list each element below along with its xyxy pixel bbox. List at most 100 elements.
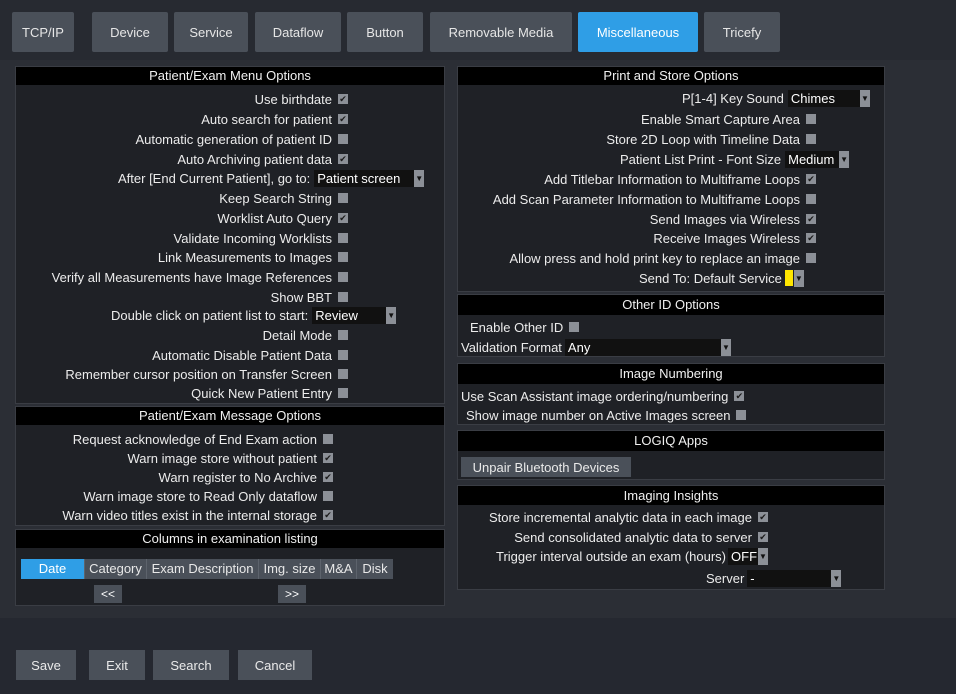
tab-tricefy[interactable]: Tricefy [704,12,780,52]
double-click-label: Double click on patient list to start: [111,307,309,323]
key-sound-row: P[1-4] Key Sound Chimes ▼ [458,88,884,108]
auto-disable-label: Automatic Disable Patient Data [152,347,332,363]
validation-format-label: Validation Format [461,339,562,355]
trigger-interval-value: OFF [731,548,758,564]
request-ack-checkbox[interactable] [323,434,333,444]
double-click-dropdown[interactable]: Review ▼ [312,306,397,324]
validation-format-dropdown[interactable]: Any ▼ [564,338,731,356]
titlebar-info-checkbox[interactable]: ✔ [806,174,816,184]
validation-format-value: Any [567,339,591,355]
auto-archiving-row: Auto Archiving patient data ✔ [16,149,348,169]
send-consolidated-checkbox[interactable]: ✔ [758,532,768,542]
warn-store-label: Warn image store without patient [127,450,317,466]
warn-register-checkbox[interactable]: ✔ [323,472,333,482]
cancel-button[interactable]: Cancel [238,650,312,680]
show-number-checkbox[interactable] [736,410,747,420]
scroll-right-button[interactable]: >> [278,585,306,603]
tab-tcpip[interactable]: TCP/IP [12,12,74,52]
tab-button[interactable]: Button [347,12,423,52]
smart-capture-checkbox[interactable] [806,114,816,124]
send-wireless-row: Send Images via Wireless ✔ [458,209,816,229]
detail-mode-checkbox[interactable] [338,330,348,340]
worklist-auto-checkbox[interactable]: ✔ [338,213,348,223]
column-date[interactable]: Date [21,559,85,579]
chevron-down-icon: ▼ [859,89,870,107]
auto-search-row: Auto search for patient ✔ [16,109,348,129]
columns-panel: Columns in examination listing Date Cate… [15,529,445,606]
chevron-down-icon: ▼ [839,150,850,168]
column-ma[interactable]: M&A [321,559,357,579]
trigger-interval-dropdown[interactable]: OFF ▼ [728,547,769,565]
column-exam-description[interactable]: Exam Description [147,559,259,579]
validate-worklists-checkbox[interactable] [338,233,348,243]
use-birthdate-row: Use birthdate ✔ [16,89,348,109]
scroll-left-button[interactable]: << [94,585,122,603]
tab-miscellaneous[interactable]: Miscellaneous [578,12,698,52]
after-end-dropdown[interactable]: Patient screen ▼ [314,169,425,187]
press-hold-checkbox[interactable] [806,253,816,263]
column-disk[interactable]: Disk [357,559,393,579]
font-size-label: Patient List Print - Font Size [620,151,782,167]
validation-format-row: Validation Format Any ▼ [461,337,731,357]
imaging-insights-panel: Imaging Insights Store incremental analy… [457,485,885,590]
patient-exam-menu-panel: Patient/Exam Menu Options Use birthdate … [15,66,445,404]
quick-new-checkbox[interactable] [338,388,348,398]
patient-exam-message-panel: Patient/Exam Message Options Request ack… [15,406,445,526]
after-end-row: After [End Current Patient], go to: Pati… [16,168,444,188]
warn-store-checkbox[interactable]: ✔ [323,453,333,463]
save-button[interactable]: Save [16,650,76,680]
auto-disable-checkbox[interactable] [338,350,348,360]
unpair-bluetooth-button[interactable]: Unpair Bluetooth Devices [461,457,631,477]
scan-assistant-checkbox[interactable]: ✔ [734,391,745,401]
scan-param-row: Add Scan Parameter Information to Multif… [458,189,816,209]
titlebar-info-label: Add Titlebar Information to Multiframe L… [544,171,800,187]
search-button[interactable]: Search [153,650,229,680]
panel-title: Imaging Insights [458,486,884,505]
chevron-down-icon: ▼ [386,306,397,324]
scan-assistant-label: Use Scan Assistant image ordering/number… [461,388,729,404]
auto-archiving-checkbox[interactable]: ✔ [338,154,348,164]
tab-dataflow[interactable]: Dataflow [255,12,341,52]
tab-service[interactable]: Service [174,12,248,52]
column-img-size[interactable]: Img. size [259,559,321,579]
keep-search-checkbox[interactable] [338,193,348,203]
show-bbt-checkbox[interactable] [338,292,348,302]
link-measurements-row: Link Measurements to Images [16,247,348,267]
tab-removable-media[interactable]: Removable Media [430,12,572,52]
link-measurements-checkbox[interactable] [338,252,348,262]
column-category[interactable]: Category [85,559,147,579]
send-wireless-checkbox[interactable]: ✔ [806,214,816,224]
font-size-row: Patient List Print - Font Size Medium ▼ [458,149,884,169]
exit-button[interactable]: Exit [89,650,145,680]
panel-title: Columns in examination listing [16,530,444,548]
warn-readonly-checkbox[interactable] [323,491,333,501]
receive-wireless-checkbox[interactable]: ✔ [806,233,816,243]
worklist-auto-label: Worklist Auto Query [217,210,332,226]
scan-param-checkbox[interactable] [806,194,816,204]
quick-new-label: Quick New Patient Entry [191,385,332,401]
verify-measurements-checkbox[interactable] [338,272,348,282]
remember-cursor-checkbox[interactable] [338,369,348,379]
auto-search-checkbox[interactable]: ✔ [338,114,348,124]
font-size-value: Medium [788,151,835,167]
auto-search-label: Auto search for patient [201,111,332,127]
auto-disable-row: Automatic Disable Patient Data [16,345,348,365]
chevron-down-icon: ▼ [831,569,842,587]
panel-title: LOGIQ Apps [458,431,884,451]
key-sound-dropdown[interactable]: Chimes ▼ [787,89,870,107]
store-incremental-checkbox[interactable]: ✔ [758,512,768,522]
tab-device[interactable]: Device [92,12,168,52]
enable-other-id-checkbox[interactable] [569,322,580,332]
font-size-dropdown[interactable]: Medium ▼ [785,150,850,168]
warn-video-checkbox[interactable]: ✔ [323,510,333,520]
warn-readonly-row: Warn image store to Read Only dataflow [16,486,333,506]
store-2d-loop-checkbox[interactable] [806,134,816,144]
verify-measurements-label: Verify all Measurements have Image Refer… [51,269,332,285]
use-birthdate-checkbox[interactable]: ✔ [338,94,348,104]
auto-gen-id-checkbox[interactable] [338,134,348,144]
smart-capture-row: Enable Smart Capture Area [458,109,816,129]
store-2d-loop-label: Store 2D Loop with Timeline Data [606,131,800,147]
image-numbering-panel: Image Numbering Use Scan Assistant image… [457,363,885,425]
server-dropdown[interactable]: - ▼ [747,569,842,587]
send-to-dropdown[interactable]: ▼ [793,269,804,287]
